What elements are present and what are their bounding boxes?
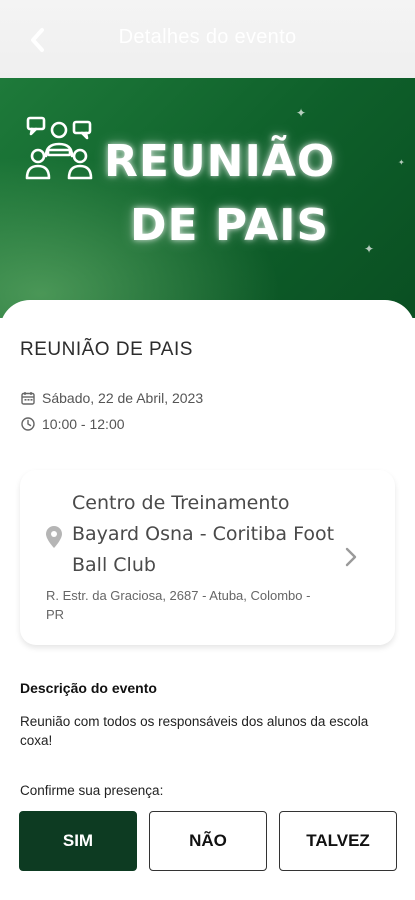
top-bar: Detalhes do evento: [0, 0, 415, 78]
description-title: Descrição do evento: [20, 680, 157, 696]
banner-title-line1: REUNIÃO: [104, 136, 336, 187]
rsvp-no-button[interactable]: NÃO: [149, 811, 267, 871]
rsvp-yes-button[interactable]: SIM: [19, 811, 137, 871]
description-text: Reunião com todos os responsáveis dos al…: [20, 714, 369, 748]
sparkle-icon: ✦: [364, 242, 375, 256]
event-time: 10:00 - 12:00: [42, 416, 125, 432]
location-name: Centro de Treinamento Bayard Osna - Cori…: [72, 492, 335, 576]
clock-icon: [20, 416, 36, 432]
sparkle-icon: ✦: [296, 106, 307, 120]
calendar-icon: [20, 390, 36, 406]
event-date: Sábado, 22 de Abril, 2023: [42, 390, 204, 406]
location-address: R. Estr. da Graciosa, 2687 - Atuba, Colo…: [46, 588, 311, 622]
banner-title-line2: DE PAIS: [130, 200, 330, 251]
rsvp-label: Confirme sua presença:: [20, 783, 164, 798]
event-date-row: Sábado, 22 de Abril, 2023: [20, 390, 203, 406]
event-time-row: 10:00 - 12:00: [20, 416, 125, 432]
event-banner: REUNIÃO DE PAIS ✦ ✦ ✦: [0, 78, 415, 318]
sparkle-icon: ✦: [398, 158, 405, 167]
page-title: Detalhes do evento: [118, 26, 297, 48]
event-name: REUNIÃO DE PAIS: [20, 339, 193, 360]
location-pin-icon: [46, 526, 62, 548]
chevron-right-icon[interactable]: [344, 546, 358, 568]
group-meeting-icon: [25, 116, 93, 180]
rsvp-maybe-button[interactable]: TALVEZ: [279, 811, 397, 871]
